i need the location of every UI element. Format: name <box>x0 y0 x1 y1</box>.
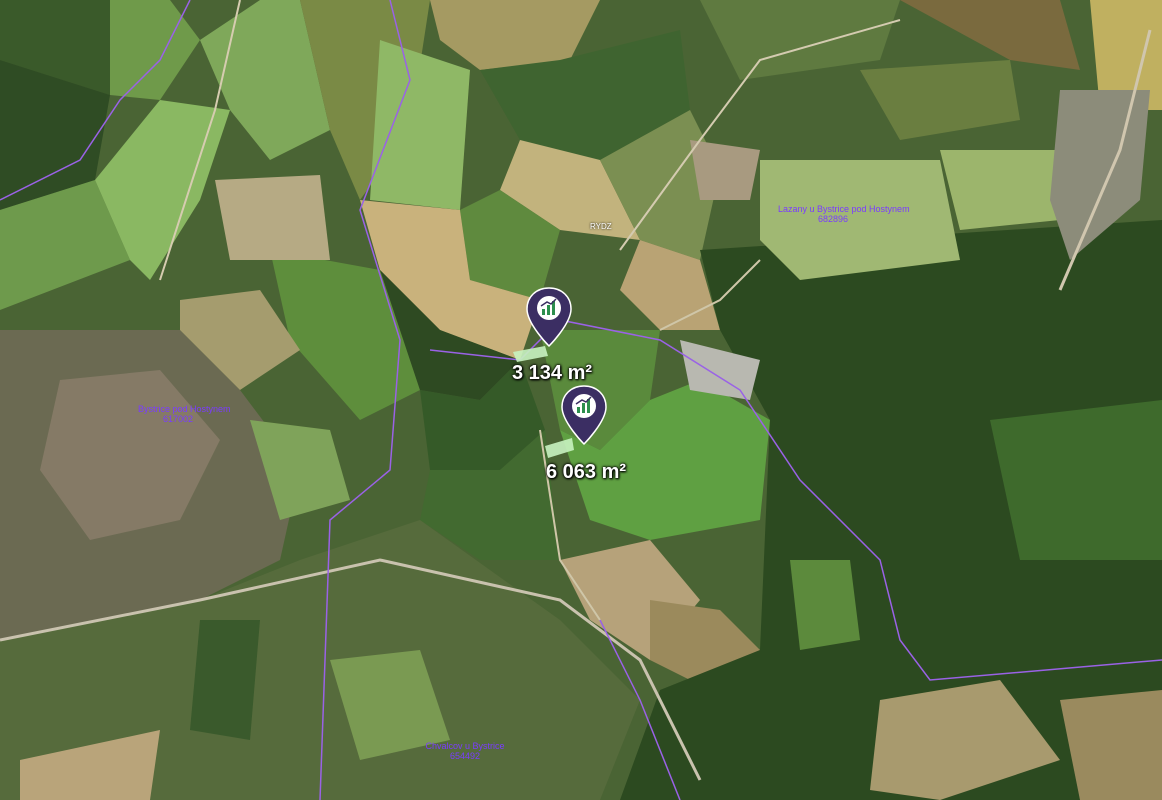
land-parcel-icon <box>526 287 572 348</box>
cadastral-name: Chvalcov u Bystrice <box>425 741 505 751</box>
land-parcel-icon <box>561 385 607 446</box>
cadastral-name: Lazany u Bystrice pod Hostynem <box>778 204 910 214</box>
parcel-area-label: 3 134 m² <box>512 362 593 384</box>
cadastral-area-label-west: Bystrice pod Hostynem 617002 <box>138 404 231 424</box>
cadastral-area-label-south: Chvalcov u Bystrice 654492 <box>425 741 505 761</box>
parcel-area-label: 6 063 m² <box>546 461 627 483</box>
cadastral-area-label-north-east: Lazany u Bystrice pod Hostynem 682896 <box>778 204 910 224</box>
map-marker-parcel-1[interactable] <box>525 286 573 348</box>
cadastral-name: Bystrice pod Hostynem <box>138 404 231 414</box>
cadastral-code: 654492 <box>449 751 481 761</box>
map-marker-parcel-2[interactable] <box>560 384 608 446</box>
cadastral-code: 682896 <box>817 214 849 224</box>
map-view[interactable]: Lazany u Bystrice pod Hostynem 682896 By… <box>0 0 1162 800</box>
cadastral-code: 617002 <box>162 414 194 424</box>
parcel-sign-label: RYDZ <box>590 222 612 231</box>
